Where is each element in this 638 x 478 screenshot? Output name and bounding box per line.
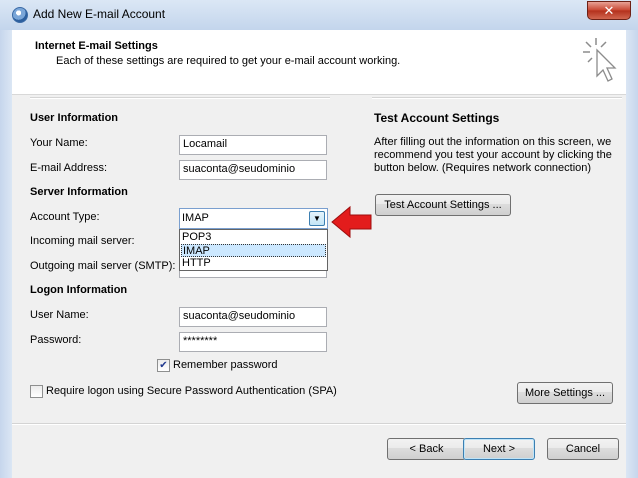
window-title: Add New E-mail Account bbox=[33, 7, 166, 21]
spa-label: Require logon using Secure Password Auth… bbox=[46, 385, 337, 397]
outlook-app-icon bbox=[12, 7, 28, 23]
logon-info-section-label: Logon Information bbox=[30, 284, 128, 296]
username-input[interactable]: suaconta@seudominio bbox=[179, 307, 327, 327]
username-label: User Name: bbox=[30, 309, 89, 321]
close-button[interactable]: ✕ bbox=[587, 1, 631, 20]
separator bbox=[30, 97, 330, 99]
window-frame-left bbox=[0, 30, 12, 478]
password-input[interactable]: ******** bbox=[179, 332, 327, 352]
dropdown-option-http[interactable]: HTTP bbox=[181, 257, 327, 270]
next-button[interactable]: Next > bbox=[463, 438, 535, 460]
cancel-button[interactable]: Cancel bbox=[547, 438, 619, 460]
your-name-input[interactable]: Locamail bbox=[179, 135, 327, 155]
separator bbox=[372, 97, 622, 99]
back-button[interactable]: < Back bbox=[387, 438, 466, 460]
password-label: Password: bbox=[30, 334, 82, 346]
chevron-down-icon[interactable]: ▼ bbox=[309, 211, 325, 226]
dropdown-option-imap[interactable]: IMAP bbox=[181, 244, 326, 257]
account-type-dropdown[interactable]: POP3 IMAP HTTP bbox=[179, 229, 328, 271]
footer-separator bbox=[12, 423, 626, 425]
remember-password-label: Remember password bbox=[173, 359, 278, 371]
cursor-sparkle-icon bbox=[583, 38, 617, 82]
account-type-value: IMAP bbox=[182, 212, 209, 224]
test-settings-description: After filling out the information on thi… bbox=[374, 136, 612, 174]
server-info-section-label: Server Information bbox=[30, 186, 128, 198]
more-settings-button[interactable]: More Settings ... bbox=[517, 382, 613, 404]
email-address-input[interactable]: suaconta@seudominio bbox=[179, 160, 327, 180]
user-info-section-label: User Information bbox=[30, 112, 119, 124]
test-settings-section-label: Test Account Settings bbox=[374, 111, 500, 125]
window-frame-right bbox=[626, 30, 638, 478]
outgoing-server-label: Outgoing mail server (SMTP): bbox=[30, 260, 176, 272]
dropdown-option-pop3[interactable]: POP3 bbox=[181, 231, 327, 244]
header-title: Internet E-mail Settings bbox=[35, 40, 158, 52]
remember-password-checkbox[interactable]: ✔ bbox=[157, 359, 170, 372]
account-type-label: Account Type: bbox=[30, 211, 100, 223]
incoming-server-label: Incoming mail server: bbox=[30, 235, 135, 247]
header-subtitle: Each of these settings are required to g… bbox=[56, 55, 401, 67]
spa-checkbox[interactable] bbox=[30, 385, 43, 398]
red-arrow-annotation-icon bbox=[331, 205, 372, 239]
your-name-label: Your Name: bbox=[30, 137, 88, 149]
test-account-settings-button[interactable]: Test Account Settings ... bbox=[375, 194, 511, 216]
email-address-label: E-mail Address: bbox=[30, 162, 108, 174]
